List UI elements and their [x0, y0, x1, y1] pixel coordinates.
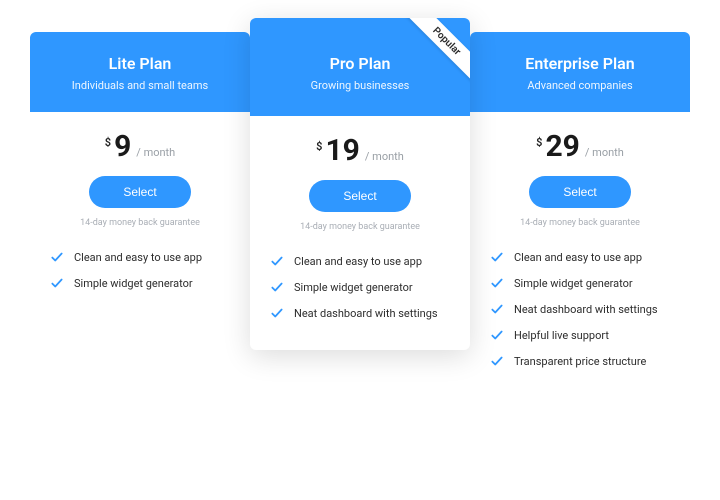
price: $9 / month: [48, 132, 232, 162]
feature-text: Simple widget generator: [74, 277, 193, 290]
select-button[interactable]: Select: [529, 176, 630, 208]
check-icon: [270, 254, 284, 268]
guarantee-text: 14-day money back guarantee: [48, 218, 232, 228]
pricing-card: PopularPro PlanGrowing businesses$19/ mo…: [250, 18, 470, 350]
feature-item: Clean and easy to use app: [270, 254, 450, 268]
check-icon: [50, 250, 64, 264]
feature-item: Simple widget generator: [50, 276, 230, 290]
card-header: PopularPro PlanGrowing businesses: [250, 18, 470, 116]
price-amount: 29: [545, 132, 579, 162]
plan-subtitle: Advanced companies: [482, 79, 678, 92]
select-button[interactable]: Select: [309, 180, 410, 212]
guarantee-text: 14-day money back guarantee: [268, 222, 452, 232]
check-icon: [490, 354, 504, 368]
pricing-card: Lite Plan Individuals and small teams $9 / …: [30, 32, 250, 320]
feature-item: Clean and easy to use app: [50, 250, 230, 264]
check-icon: [490, 302, 504, 316]
price-period: / month: [136, 146, 175, 159]
plan-name: Pro Plan: [262, 54, 458, 73]
check-icon: [270, 306, 284, 320]
price: $29 / month: [488, 132, 672, 162]
feature-text: Transparent price structure: [514, 355, 646, 368]
price-amount: 9: [114, 132, 131, 162]
pricing-cards: Lite Plan Individuals and small teams $9 / …: [30, 32, 690, 398]
check-icon: [50, 276, 64, 290]
currency-symbol: $: [536, 136, 542, 149]
feature-list: Clean and easy to use app Simple widget g…: [268, 254, 452, 320]
select-button[interactable]: Select: [89, 176, 190, 208]
currency-symbol: $: [316, 140, 322, 153]
feature-text: Helpful live support: [514, 329, 609, 342]
feature-list: Clean and easy to use app Simple widget g…: [488, 250, 672, 368]
feature-text: Clean and easy to use app: [514, 251, 642, 264]
check-icon: [490, 276, 504, 290]
feature-text: Neat dashboard with settings: [294, 307, 438, 320]
price-period: / month: [365, 150, 404, 163]
plan-name: Enterprise Plan: [482, 54, 678, 73]
feature-text: Simple widget generator: [294, 281, 413, 294]
feature-text: Neat dashboard with settings: [514, 303, 658, 316]
feature-text: Clean and easy to use app: [74, 251, 202, 264]
guarantee-text: 14-day money back guarantee: [488, 218, 672, 228]
card-body: $29 / month Select 14-day money back guaran…: [470, 112, 690, 398]
pricing-card: Enterprise Plan Advanced companies $29 / mo…: [470, 32, 690, 398]
card-header: Enterprise Plan Advanced companies: [470, 32, 690, 112]
feature-item: Clean and easy to use app: [490, 250, 670, 264]
plan-subtitle: Individuals and small teams: [42, 79, 238, 92]
feature-item: Neat dashboard with settings: [270, 306, 450, 320]
check-icon: [490, 328, 504, 342]
plan-subtitle: Growing businesses: [262, 79, 458, 92]
price: $19 / month: [268, 136, 452, 166]
currency-symbol: $: [105, 136, 111, 149]
check-icon: [270, 280, 284, 294]
card-body: $9 / month Select 14-day money back guarant…: [30, 112, 250, 320]
feature-text: Clean and easy to use app: [294, 255, 422, 268]
feature-item: Transparent price structure: [490, 354, 670, 368]
card-body: $19 / month Select 14-day money back guaran…: [250, 116, 470, 350]
feature-text: Simple widget generator: [514, 277, 633, 290]
check-icon: [490, 250, 504, 264]
feature-item: Simple widget generator: [490, 276, 670, 290]
card-header: Lite Plan Individuals and small teams: [30, 32, 250, 112]
feature-item: Neat dashboard with settings: [490, 302, 670, 316]
price-amount: 19: [325, 136, 359, 166]
feature-list: Clean and easy to use app Simple widget g…: [48, 250, 232, 290]
plan-name: Lite Plan: [42, 54, 238, 73]
price-period: / month: [585, 146, 624, 159]
feature-item: Helpful live support: [490, 328, 670, 342]
feature-item: Simple widget generator: [270, 280, 450, 294]
